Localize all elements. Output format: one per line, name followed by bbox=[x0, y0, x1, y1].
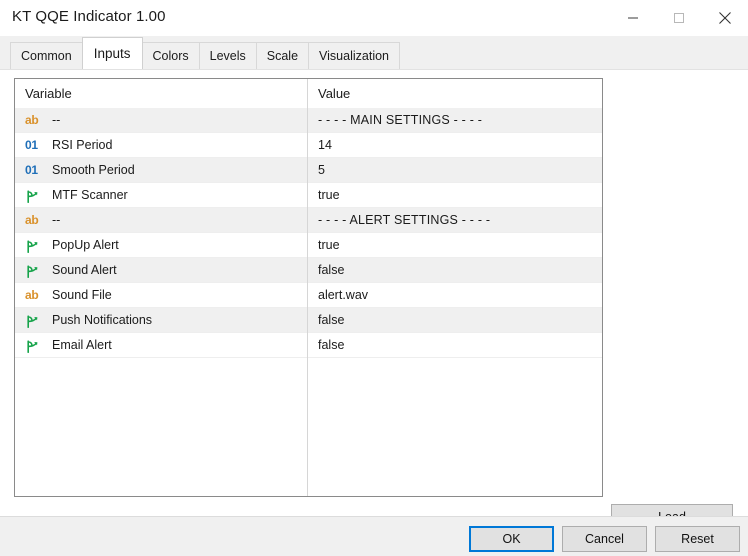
variable-label: Push Notifications bbox=[52, 313, 153, 327]
variable-label: -- bbox=[52, 113, 61, 127]
value-cell[interactable]: false bbox=[307, 313, 602, 327]
variable-label: Sound File bbox=[52, 288, 112, 302]
variable-cell: PopUp Alert bbox=[15, 238, 307, 253]
boolean-type-icon bbox=[25, 339, 47, 353]
value-cell[interactable]: true bbox=[307, 188, 602, 202]
value-cell[interactable]: alert.wav bbox=[307, 288, 602, 302]
variable-label: PopUp Alert bbox=[52, 238, 119, 252]
minimize-button[interactable] bbox=[610, 0, 656, 36]
boolean-type-icon bbox=[25, 239, 47, 253]
ok-button[interactable]: OK bbox=[469, 526, 554, 552]
reset-button[interactable]: Reset bbox=[655, 526, 740, 552]
table-header-row: Variable Value bbox=[15, 79, 602, 108]
boolean-type-icon bbox=[25, 189, 47, 203]
window-title: KT QQE Indicator 1.00 bbox=[12, 8, 166, 25]
integer-type-icon: 01 bbox=[25, 163, 38, 177]
column-divider[interactable] bbox=[307, 79, 308, 496]
variable-label: MTF Scanner bbox=[52, 188, 128, 202]
value-cell[interactable]: true bbox=[307, 238, 602, 252]
tab-levels[interactable]: Levels bbox=[198, 42, 257, 69]
tab-scale[interactable]: Scale bbox=[255, 42, 310, 69]
string-type-icon: ab bbox=[25, 113, 39, 127]
variable-label: RSI Period bbox=[52, 138, 113, 152]
table-row[interactable]: ab -- - - - - ALERT SETTINGS - - - - bbox=[15, 208, 602, 233]
table-row[interactable]: 01 Smooth Period 5 bbox=[15, 158, 602, 183]
inputs-tab-panel: Variable Value ab -- - - - - MAIN SETTINGS… bbox=[0, 70, 748, 556]
variable-cell: MTF Scanner bbox=[15, 188, 307, 203]
table-row[interactable]: MTF Scanner true bbox=[15, 183, 602, 208]
variable-label: Email Alert bbox=[52, 338, 112, 352]
indicator-properties-window: KT QQE Indicator 1.00 Common Inputs Colo… bbox=[0, 0, 748, 556]
variable-cell: ab -- bbox=[15, 213, 307, 227]
table-row[interactable]: 01 RSI Period 14 bbox=[15, 133, 602, 158]
tab-strip: Common Inputs Colors Levels Scale Visual… bbox=[0, 36, 748, 70]
value-cell[interactable]: - - - - MAIN SETTINGS - - - - bbox=[307, 113, 602, 127]
value-cell[interactable]: - - - - ALERT SETTINGS - - - - bbox=[307, 213, 602, 227]
variable-cell: Push Notifications bbox=[15, 313, 307, 328]
string-type-icon: ab bbox=[25, 288, 39, 302]
table-row[interactable]: Sound Alert false bbox=[15, 258, 602, 283]
parameters-grid: Variable Value ab -- - - - - MAIN SETTINGS… bbox=[15, 79, 602, 358]
title-bar: KT QQE Indicator 1.00 bbox=[0, 0, 748, 36]
table-row[interactable]: Push Notifications false bbox=[15, 308, 602, 333]
string-type-icon: ab bbox=[25, 213, 39, 227]
variable-cell: 01 RSI Period bbox=[15, 138, 307, 152]
column-header-variable: Variable bbox=[25, 86, 72, 101]
table-row[interactable]: PopUp Alert true bbox=[15, 233, 602, 258]
value-cell[interactable]: false bbox=[307, 338, 602, 352]
tab-common[interactable]: Common bbox=[10, 42, 83, 69]
value-cell[interactable]: false bbox=[307, 263, 602, 277]
cancel-button[interactable]: Cancel bbox=[562, 526, 647, 552]
column-header-value: Value bbox=[318, 86, 351, 101]
boolean-type-icon bbox=[25, 314, 47, 328]
variable-cell: Email Alert bbox=[15, 338, 307, 353]
variable-label: -- bbox=[52, 213, 61, 227]
variable-label: Smooth Period bbox=[52, 163, 135, 177]
variable-cell: Sound Alert bbox=[15, 263, 307, 278]
tab-colors[interactable]: Colors bbox=[141, 42, 200, 69]
window-controls bbox=[610, 0, 748, 36]
table-row[interactable]: ab -- - - - - MAIN SETTINGS - - - - bbox=[15, 108, 602, 133]
variable-label: Sound Alert bbox=[52, 263, 117, 277]
variable-cell: 01 Smooth Period bbox=[15, 163, 307, 177]
tab-list: Common Inputs Colors Levels Scale Visual… bbox=[10, 35, 400, 69]
tab-visualization[interactable]: Visualization bbox=[308, 42, 400, 69]
parameters-table: Variable Value ab -- - - - - MAIN SETTINGS… bbox=[14, 78, 603, 497]
maximize-button[interactable] bbox=[656, 0, 702, 36]
variable-cell: ab -- bbox=[15, 113, 307, 127]
integer-type-icon: 01 bbox=[25, 138, 38, 152]
table-row[interactable]: Email Alert false bbox=[15, 333, 602, 358]
tab-inputs[interactable]: Inputs bbox=[81, 37, 143, 69]
variable-cell: ab Sound File bbox=[15, 288, 307, 302]
table-row[interactable]: ab Sound File alert.wav bbox=[15, 283, 602, 308]
close-button[interactable] bbox=[702, 0, 748, 36]
value-cell[interactable]: 5 bbox=[307, 163, 602, 177]
boolean-type-icon bbox=[25, 264, 47, 278]
value-cell[interactable]: 14 bbox=[307, 138, 602, 152]
